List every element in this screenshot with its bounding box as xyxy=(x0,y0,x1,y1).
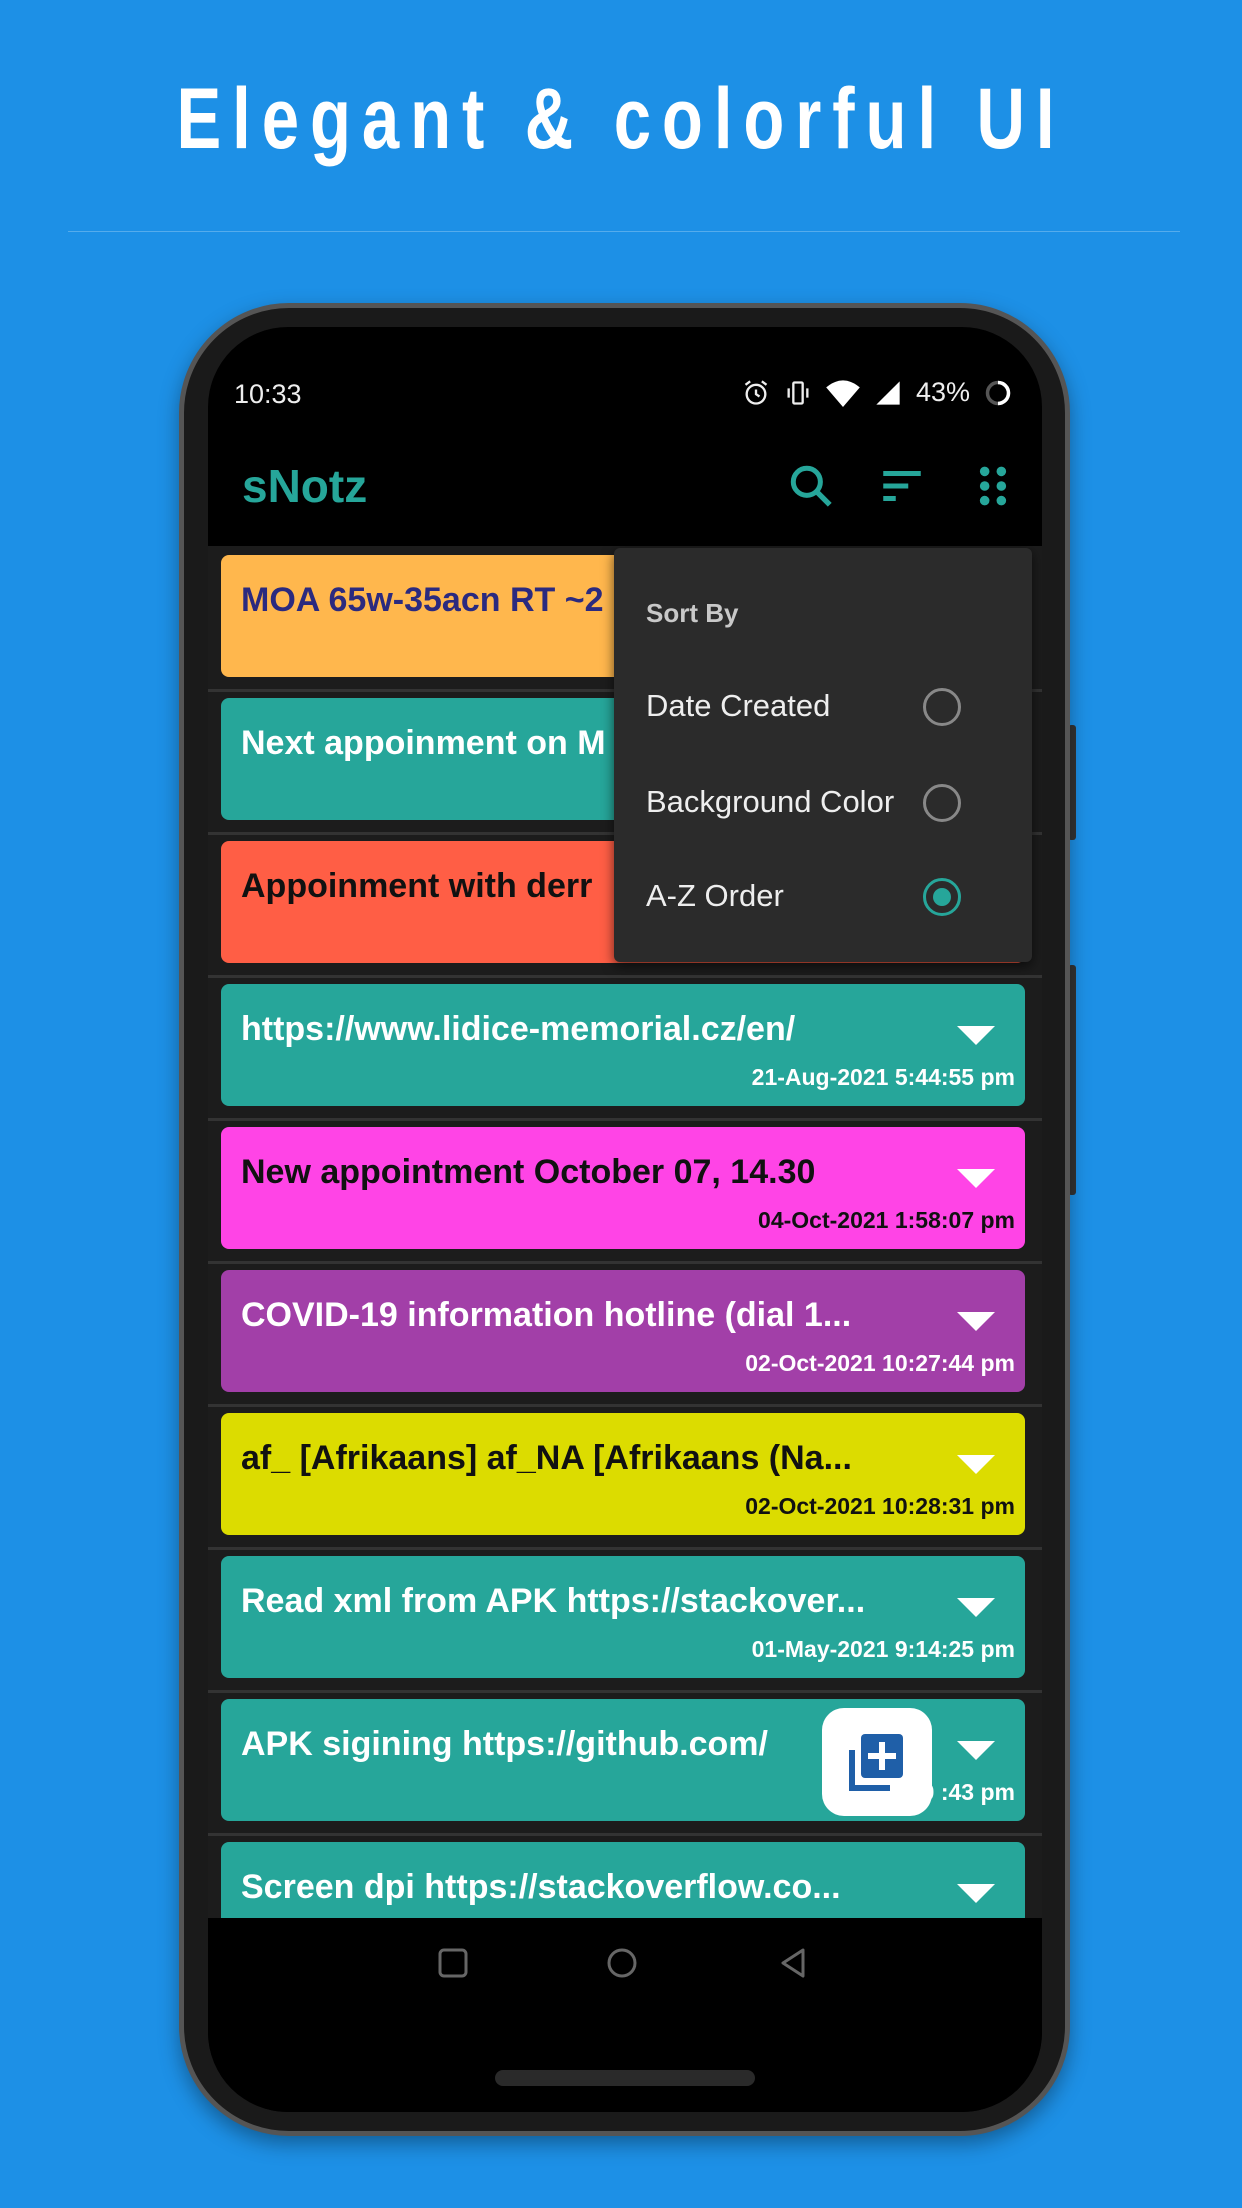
note-title: Screen dpi https://stackoverflow.co... xyxy=(241,1868,841,1906)
expand-arrow-icon[interactable] xyxy=(957,1741,995,1760)
note-card[interactable]: New appointment October 07, 14.30 04-Oct-… xyxy=(221,1127,1025,1249)
sort-option-date-created[interactable]: Date Created xyxy=(614,666,1032,746)
grid-dots-icon[interactable] xyxy=(968,461,1018,511)
note-title: Read xml from APK https://stackover... xyxy=(241,1582,866,1620)
sort-option-label: A-Z Order xyxy=(646,878,784,913)
battery-ring-icon xyxy=(985,380,1011,405)
expand-arrow-icon[interactable] xyxy=(957,1455,995,1474)
note-title: COVID-19 information hotline (dial 1... xyxy=(241,1296,852,1334)
sort-option-background-color[interactable]: Background Color xyxy=(614,762,1032,842)
radio-button-selected[interactable] xyxy=(923,878,961,916)
status-time: 10:33 xyxy=(234,379,302,409)
list-divider xyxy=(208,1547,1042,1550)
vibrate-icon xyxy=(787,380,809,405)
add-note-icon xyxy=(849,1734,903,1791)
sort-option-label: Date Created xyxy=(646,688,831,723)
expand-arrow-icon[interactable] xyxy=(957,1026,995,1045)
back-icon[interactable] xyxy=(778,1947,808,1979)
list-divider xyxy=(208,1118,1042,1121)
expand-arrow-icon[interactable] xyxy=(957,1884,995,1903)
note-card[interactable]: https://www.lidice-memorial.cz/en/21-Aug… xyxy=(221,984,1025,1106)
battery-percent: 43% xyxy=(915,377,970,407)
list-divider xyxy=(208,1404,1042,1407)
signal-icon xyxy=(876,380,900,405)
expand-arrow-icon[interactable] xyxy=(957,1598,995,1617)
expand-arrow-icon[interactable] xyxy=(957,1312,995,1331)
note-title: Appoinment with derr xyxy=(241,867,593,905)
note-card[interactable]: COVID-19 information hotline (dial 1... 0… xyxy=(221,1270,1025,1392)
search-icon[interactable] xyxy=(786,461,836,511)
expand-arrow-icon[interactable] xyxy=(957,1169,995,1188)
note-card[interactable]: Screen dpi https://stackoverflow.co... xyxy=(221,1842,1025,1918)
sort-menu: Sort By Date Created Background Color A-… xyxy=(614,548,1032,962)
status-icons: 43% xyxy=(742,377,1012,408)
note-date: 02-Oct-2021 10:27:44 pm xyxy=(745,1350,1015,1376)
add-note-button[interactable] xyxy=(822,1708,932,1816)
sort-menu-title: Sort By xyxy=(646,598,739,628)
list-divider xyxy=(208,1833,1042,1836)
note-date: 02-Oct-2021 10:28:31 pm xyxy=(745,1493,1015,1519)
navigation-bar xyxy=(208,1918,1042,2112)
note-title: af_ [Afrikaans] af_NA [Afrikaans (Na... xyxy=(241,1439,852,1477)
sort-icon[interactable] xyxy=(877,461,927,511)
list-divider xyxy=(208,1690,1042,1693)
headline: Elegant & colorful UI xyxy=(176,71,1066,167)
sort-option-a-z-order[interactable]: A-Z Order xyxy=(614,856,1032,936)
note-card[interactable]: af_ [Afrikaans] af_NA [Afrikaans (Na... 0… xyxy=(221,1413,1025,1535)
list-divider xyxy=(208,1261,1042,1264)
note-date: 01-May-2021 9:14:25 pm xyxy=(751,1636,1015,1662)
home-indicator xyxy=(495,2070,755,2086)
note-title: MOA 65w-35acn RT ~2 xyxy=(241,581,604,619)
alarm-icon xyxy=(744,379,768,405)
wifi-icon xyxy=(826,379,860,407)
note-title: https://www.lidice-memorial.cz/en/ xyxy=(241,1010,796,1048)
note-date: 04-Oct-2021 1:58:07 pm xyxy=(758,1207,1015,1233)
home-icon[interactable] xyxy=(606,1947,638,1979)
phone-screen: 10:33 43% sNotz MOA 65w-35acn RT ~2 Next … xyxy=(208,327,1042,2112)
note-title: New appointment October 07, 14.30 xyxy=(241,1153,816,1191)
note-card[interactable]: Read xml from APK https://stackover... 01… xyxy=(221,1556,1025,1678)
note-title: APK sigining https://github.com/ xyxy=(241,1725,768,1763)
recents-icon[interactable] xyxy=(438,1948,468,1978)
note-date: 21-Aug-2021 5:44:55 pm xyxy=(751,1064,1015,1090)
app-title: sNotz xyxy=(242,460,368,512)
sort-option-label: Background Color xyxy=(646,784,895,819)
divider xyxy=(68,231,1180,232)
radio-button[interactable] xyxy=(923,784,961,822)
note-title: Next appoinment on M xyxy=(241,724,606,762)
list-divider xyxy=(208,975,1042,978)
radio-button[interactable] xyxy=(923,688,961,726)
